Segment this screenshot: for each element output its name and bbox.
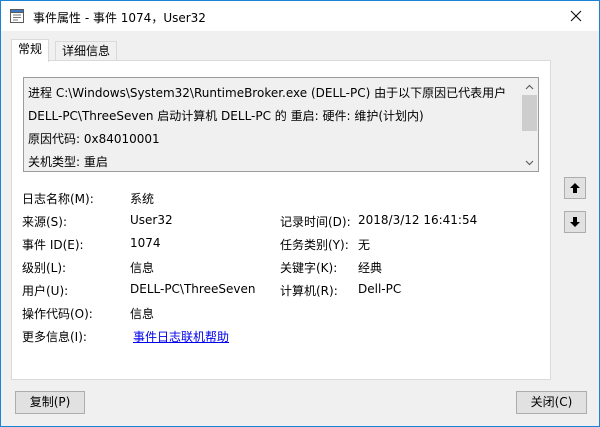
description-line: 进程 C:\Windows\System32\RuntimeBroker.exe… — [28, 86, 507, 100]
opcode-value: 信息 — [130, 307, 155, 321]
description-line: DELL-PC\ThreeSeven 启动计算机 DELL-PC 的 重启: 硬… — [28, 109, 424, 123]
tab-general[interactable]: 常规 — [11, 39, 50, 62]
task-category-label: 任务类别(Y): — [280, 238, 349, 252]
source-value: User32 — [130, 213, 173, 227]
log-name-value: 系统 — [130, 192, 155, 206]
tab-details[interactable]: 详细信息 — [55, 41, 118, 61]
user-value: DELL-PC\ThreeSeven — [130, 282, 256, 296]
next-event-button[interactable] — [564, 211, 586, 233]
event-description-box[interactable]: 进程 C:\Windows\System32\RuntimeBroker.exe… — [23, 77, 539, 172]
description-line: 原因代码: 0x84010001 — [28, 132, 160, 146]
description-scrollbar[interactable] — [521, 78, 538, 171]
event-properties-window: 事件属性 - 事件 1074，User32 常规 详细信息 进程 C:\Wind… — [0, 0, 600, 427]
close-button[interactable]: 关闭(C) — [516, 391, 587, 414]
level-value: 信息 — [130, 261, 155, 275]
close-window-button[interactable] — [553, 1, 599, 31]
chevron-up-icon — [525, 84, 534, 89]
close-icon — [570, 10, 582, 22]
computer-value: Dell-PC — [358, 282, 402, 296]
chevron-down-icon — [525, 160, 534, 165]
source-label: 来源(S): — [22, 215, 68, 229]
scroll-thumb[interactable] — [522, 95, 537, 131]
event-log-online-help-link[interactable]: 事件日志联机帮助 — [133, 330, 229, 344]
previous-event-button[interactable] — [564, 177, 586, 199]
user-label: 用户(U): — [22, 284, 69, 298]
task-category-value: 无 — [358, 238, 371, 252]
arrow-down-icon — [570, 217, 580, 227]
opcode-label: 操作代码(O): — [22, 307, 93, 321]
computer-label: 计算机(R): — [280, 284, 338, 298]
log-name-label: 日志名称(M): — [22, 192, 94, 206]
keywords-label: 关键字(K): — [280, 261, 338, 275]
scroll-down-button[interactable] — [521, 154, 538, 171]
event-properties-icon — [9, 8, 25, 24]
logged-value: 2018/3/12 16:41:54 — [358, 213, 478, 227]
event-id-label: 事件 ID(E): — [22, 238, 84, 252]
more-info-value: 事件日志联机帮助 — [133, 328, 229, 345]
window-title: 事件属性 - 事件 1074，User32 — [33, 11, 206, 25]
level-label: 级别(L): — [22, 261, 67, 275]
scroll-up-button[interactable] — [521, 78, 538, 95]
dialog-client-area: 常规 详细信息 进程 C:\Windows\System32\RuntimeBr… — [1, 31, 599, 426]
title-bar[interactable]: 事件属性 - 事件 1074，User32 — [1, 1, 599, 31]
logged-label: 记录时间(D): — [280, 215, 351, 229]
more-info-label: 更多信息(I): — [22, 330, 87, 344]
general-tab-panel: 进程 C:\Windows\System32\RuntimeBroker.exe… — [11, 60, 551, 380]
copy-button[interactable]: 复制(P) — [15, 391, 85, 414]
description-line: 关机类型: 重启 — [28, 155, 108, 169]
event-id-value: 1074 — [130, 236, 161, 250]
arrow-up-icon — [570, 183, 580, 193]
keywords-value: 经典 — [358, 261, 383, 275]
